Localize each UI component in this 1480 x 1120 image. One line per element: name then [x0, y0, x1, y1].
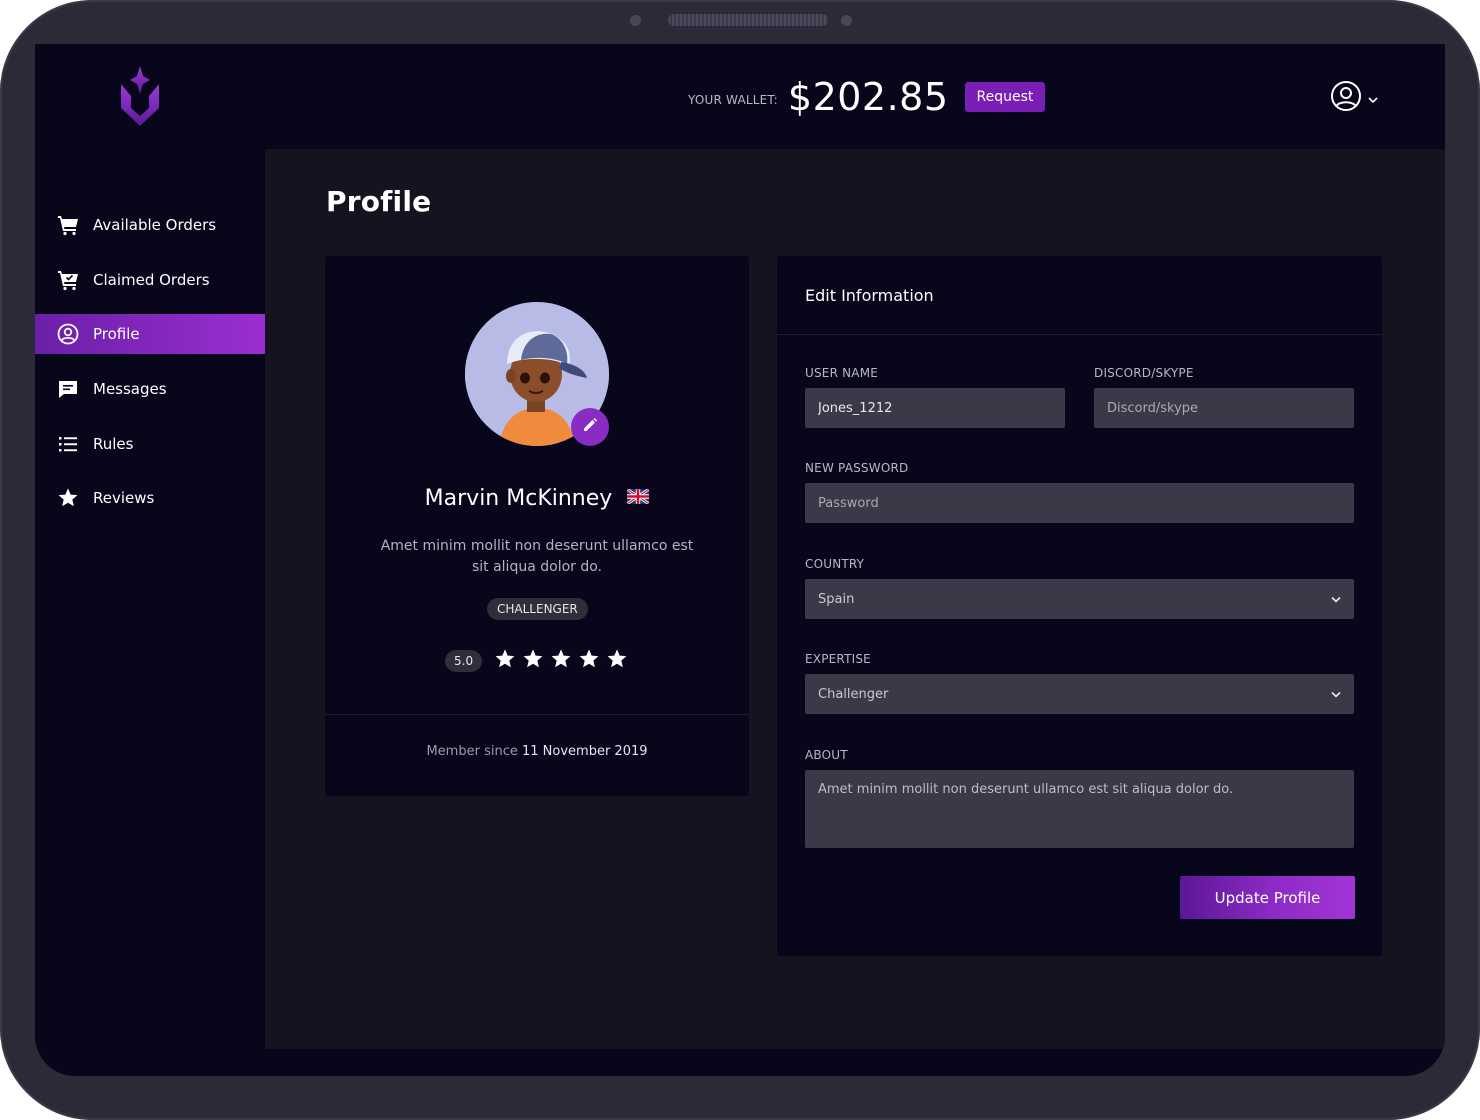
sidebar: Available Orders Claimed Orders Profile	[35, 149, 265, 1049]
wallet-summary: YOUR WALLET: $202.85 Request	[688, 74, 1046, 120]
member-since-date: 11 November 2019	[521, 744, 648, 759]
device-frame: YOUR WALLET: $202.85 Request Available O…	[0, 0, 1480, 1120]
device-top-bar	[0, 0, 1480, 44]
edit-card-divider	[777, 334, 1382, 335]
page-title: Profile	[326, 185, 432, 218]
star-icon	[57, 487, 79, 509]
about-textarea[interactable]: Amet minim mollit non deserunt ullamco e…	[805, 770, 1354, 848]
rank-badge: CHALLENGER	[487, 598, 588, 620]
sidebar-item-label: Profile	[93, 325, 140, 343]
sidebar-item-label: Available Orders	[93, 216, 217, 234]
message-icon	[57, 378, 79, 400]
rating-row: 5.0	[445, 648, 628, 674]
sidebar-item-available-orders[interactable]: Available Orders	[35, 205, 265, 245]
sidebar-item-reviews[interactable]: Reviews	[35, 478, 265, 518]
camera-dot	[630, 15, 641, 26]
rating-star-icon	[522, 648, 544, 674]
country-value: Spain	[818, 591, 855, 607]
edit-information-card: Edit Information USER NAME DISCORD/SKYPE…	[777, 256, 1382, 956]
password-label: NEW PASSWORD	[805, 461, 909, 475]
member-since: Member since 11 November 2019	[325, 744, 749, 759]
app-window: YOUR WALLET: $202.85 Request Available O…	[35, 44, 1445, 1049]
rating-star-icon	[606, 648, 628, 674]
profile-name: Marvin McKinney	[424, 486, 613, 511]
username-input[interactable]	[805, 388, 1065, 428]
sidebar-item-label: Reviews	[93, 489, 155, 507]
update-profile-button[interactable]: Update Profile	[1180, 876, 1355, 919]
pencil-icon	[582, 417, 598, 437]
user-menu[interactable]	[1330, 80, 1378, 116]
expertise-select[interactable]: Challenger	[805, 674, 1354, 714]
expertise-value: Challenger	[818, 686, 889, 702]
sensor-dot	[841, 15, 852, 26]
sidebar-item-label: Rules	[93, 435, 134, 453]
user-avatar-icon	[1330, 80, 1362, 116]
wallet-label: YOUR WALLET:	[688, 93, 778, 107]
request-button[interactable]: Request	[964, 81, 1046, 113]
country-select[interactable]: Spain	[805, 579, 1354, 619]
edit-card-title: Edit Information	[805, 286, 934, 305]
country-label: COUNTRY	[805, 557, 865, 571]
cart-icon	[57, 214, 79, 236]
chevron-down-icon	[1368, 89, 1378, 108]
sidebar-item-label: Claimed Orders	[93, 271, 210, 289]
main-content: Profile Marvin McKinney Amet minim molli…	[265, 149, 1445, 1049]
cart-check-icon	[57, 269, 79, 291]
user-circle-icon	[57, 323, 79, 345]
sidebar-item-messages[interactable]: Messages	[35, 369, 265, 409]
discord-input[interactable]	[1094, 388, 1354, 428]
profile-card: Marvin McKinney Amet minim mollit non de…	[325, 256, 749, 796]
sidebar-item-label: Messages	[93, 380, 167, 398]
uk-flag-icon	[626, 485, 651, 510]
sidebar-item-claimed-orders[interactable]: Claimed Orders	[35, 260, 265, 300]
rating-star-icon	[578, 648, 600, 674]
wallet-amount: $202.85	[787, 75, 949, 119]
app-screen: YOUR WALLET: $202.85 Request Available O…	[35, 44, 1445, 1076]
rating-star-icon	[494, 648, 516, 674]
password-input[interactable]	[805, 483, 1354, 523]
sidebar-item-rules[interactable]: Rules	[35, 424, 265, 464]
card-divider	[325, 714, 749, 715]
chevron-down-icon	[1331, 592, 1341, 607]
avatar-container	[465, 302, 609, 446]
expertise-label: EXPERTISE	[805, 652, 871, 666]
chevron-down-icon	[1331, 687, 1341, 702]
speaker-grille	[668, 14, 828, 26]
rating-value: 5.0	[445, 650, 483, 672]
profile-name-row: Marvin McKinney	[325, 486, 749, 511]
brand-logo-icon[interactable]	[117, 64, 165, 130]
edit-avatar-button[interactable]	[571, 408, 609, 446]
username-label: USER NAME	[805, 366, 879, 380]
rating-star-icon	[550, 648, 572, 674]
discord-label: DISCORD/SKYPE	[1094, 366, 1194, 380]
sidebar-item-profile[interactable]: Profile	[35, 314, 265, 354]
rating-stars	[494, 648, 628, 674]
profile-bio: Amet minim mollit non deserunt ullamco e…	[380, 538, 694, 575]
member-since-label: Member since	[426, 744, 518, 759]
about-label: ABOUT	[805, 748, 848, 762]
list-icon	[57, 433, 79, 455]
